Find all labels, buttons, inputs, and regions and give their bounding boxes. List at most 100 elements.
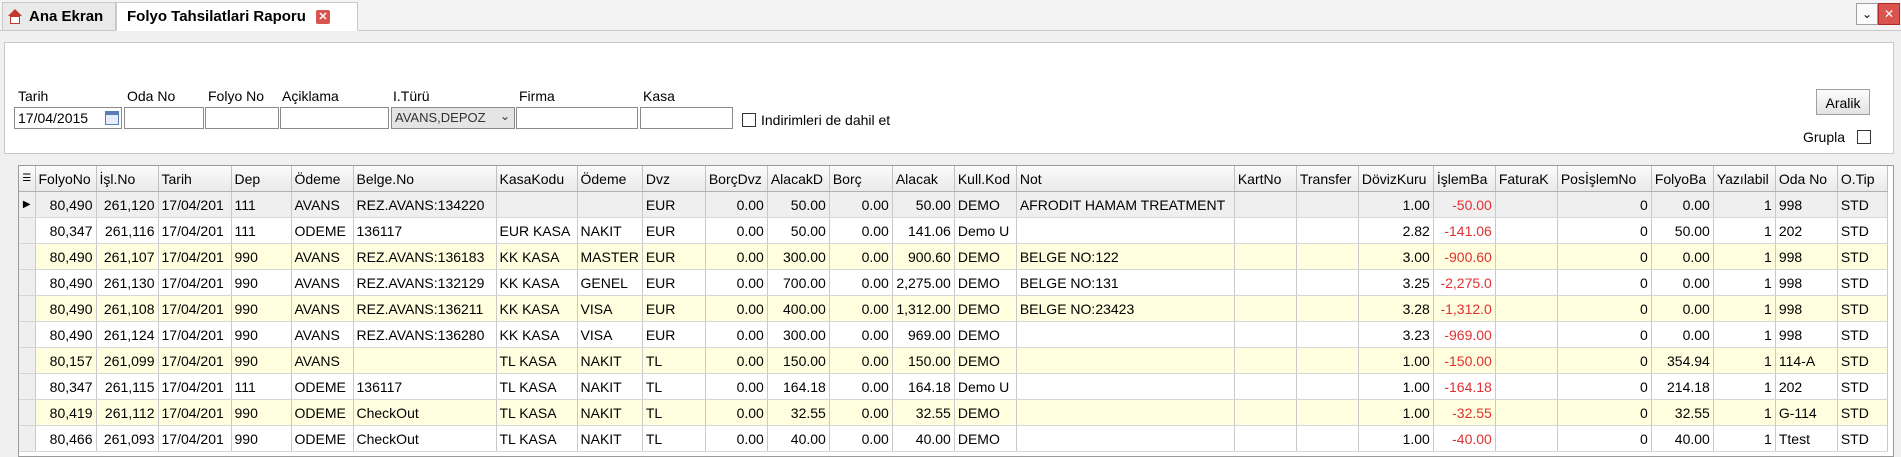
table-cell[interactable]: EUR	[642, 217, 706, 244]
table-cell[interactable]: AVANS	[291, 243, 354, 270]
table-cell[interactable]: NAKIT	[577, 399, 643, 426]
table-cell[interactable]: DEMO	[954, 321, 1017, 348]
table-cell[interactable]	[1016, 321, 1235, 348]
table-cell[interactable]: 1	[1713, 321, 1776, 348]
table-cell[interactable]	[353, 347, 497, 374]
table-cell[interactable]: NAKIT	[577, 425, 643, 452]
table-cell[interactable]: 0.00	[705, 295, 768, 322]
column-header[interactable]: Belge.No	[353, 166, 497, 192]
table-cell[interactable]: 990	[231, 425, 292, 452]
table-cell[interactable]: -969.00	[1433, 321, 1496, 348]
tarih-field[interactable]: 17/04/2015	[14, 107, 122, 129]
table-cell[interactable]: 0	[1557, 243, 1652, 270]
table-cell[interactable]: AFRODIT HAMAM TREATMENT	[1016, 191, 1235, 218]
column-header[interactable]: İşl.No	[96, 166, 159, 192]
table-cell[interactable]	[1296, 191, 1359, 218]
table-cell[interactable]: -2,275.0	[1433, 269, 1496, 296]
table-cell[interactable]: 17/04/201	[158, 217, 232, 244]
table-cell[interactable]: REZ.AVANS:134220	[353, 191, 497, 218]
column-header[interactable]: FaturaK	[1495, 166, 1558, 192]
table-cell[interactable]: 2.82	[1358, 217, 1434, 244]
table-cell[interactable]	[1495, 321, 1558, 348]
table-cell[interactable]: 990	[231, 295, 292, 322]
table-cell[interactable]: 700.00	[767, 269, 830, 296]
table-cell[interactable]: -141.06	[1433, 217, 1496, 244]
table-cell[interactable]: TL	[642, 425, 706, 452]
column-header[interactable]: O.Tip	[1837, 166, 1888, 192]
folyo-no-input[interactable]	[205, 107, 279, 129]
table-cell[interactable]: 990	[231, 347, 292, 374]
table-cell[interactable]	[1495, 217, 1558, 244]
table-cell[interactable]: 0.00	[829, 191, 893, 218]
table-cell[interactable]: DEMO	[954, 191, 1017, 218]
table-cell[interactable]: -1,312.0	[1433, 295, 1496, 322]
table-cell[interactable]: 32.55	[767, 399, 830, 426]
table-cell[interactable]: 1.00	[1358, 425, 1434, 452]
row-selector[interactable]	[19, 347, 36, 374]
table-cell[interactable]: 17/04/201	[158, 191, 232, 218]
table-cell[interactable]: 1.00	[1358, 347, 1434, 374]
column-header[interactable]: PosİşlemNo	[1557, 166, 1652, 192]
table-cell[interactable]: ODEME	[291, 217, 354, 244]
table-cell[interactable]: EUR	[642, 269, 706, 296]
table-cell[interactable]: 990	[231, 399, 292, 426]
table-cell[interactable]: 0.00	[705, 373, 768, 400]
table-cell[interactable]: -150.00	[1433, 347, 1496, 374]
table-row[interactable]: 80,490 261,130 17/04/201 990 AVANS REZ.AVANS:…	[19, 269, 1888, 296]
table-cell[interactable]: 164.18	[767, 373, 830, 400]
table-cell[interactable]	[1016, 373, 1235, 400]
table-cell[interactable]: EUR KASA	[496, 217, 578, 244]
table-cell[interactable]: 17/04/201	[158, 321, 232, 348]
table-cell[interactable]: Demo U	[954, 217, 1017, 244]
table-cell[interactable]	[1234, 425, 1297, 452]
table-cell[interactable]: 136117	[353, 217, 497, 244]
row-selector[interactable]	[19, 425, 36, 452]
table-cell[interactable]: 0.00	[829, 321, 893, 348]
table-cell[interactable]: -32.55	[1433, 399, 1496, 426]
table-cell[interactable]: 0.00	[705, 425, 768, 452]
table-cell[interactable]: 261,116	[96, 217, 159, 244]
table-cell[interactable]: 17/04/201	[158, 373, 232, 400]
table-cell[interactable]: 80,347	[35, 217, 97, 244]
table-cell[interactable]: 150.00	[892, 347, 955, 374]
indirim-checkbox[interactable]	[742, 113, 756, 127]
islem-turu-select[interactable]: AVANS,DEPOZ ⌄	[391, 107, 515, 129]
table-cell[interactable]: 1.00	[1358, 373, 1434, 400]
table-cell[interactable]	[1234, 243, 1297, 270]
table-cell[interactable]: DEMO	[954, 399, 1017, 426]
table-cell[interactable]: 0.00	[829, 373, 893, 400]
table-cell[interactable]: CheckOut	[353, 399, 497, 426]
column-header[interactable]: Not	[1016, 166, 1235, 192]
tab-folyo-tahsilatlari[interactable]: Folyo Tahsilatlari Raporu ✕	[116, 2, 358, 31]
table-cell[interactable]	[1234, 399, 1297, 426]
table-cell[interactable]	[1296, 321, 1359, 348]
close-tab-icon[interactable]: ✕	[315, 9, 330, 24]
table-cell[interactable]: 80,419	[35, 399, 97, 426]
table-cell[interactable]: 40.00	[767, 425, 830, 452]
table-cell[interactable]: EUR	[642, 243, 706, 270]
table-cell[interactable]: TL KASA	[496, 399, 578, 426]
table-cell[interactable]: 0.00	[829, 295, 893, 322]
row-selector[interactable]	[19, 243, 36, 270]
table-cell[interactable]	[1234, 269, 1297, 296]
table-cell[interactable]: 998	[1775, 269, 1838, 296]
table-cell[interactable]: 40.00	[1651, 425, 1714, 452]
table-row[interactable]: 80,157 261,099 17/04/201 990 AVANS TL KASA NAK…	[19, 347, 1888, 374]
table-row[interactable]: 80,419 261,112 17/04/201 990 ODEME CheckOut TL…	[19, 399, 1888, 426]
grupla-checkbox[interactable]	[1857, 130, 1871, 144]
table-cell[interactable]	[1234, 373, 1297, 400]
table-cell[interactable]: 80,490	[35, 243, 97, 270]
table-cell[interactable]: STD	[1837, 295, 1888, 322]
table-cell[interactable]: 32.55	[892, 399, 955, 426]
table-cell[interactable]: DEMO	[954, 425, 1017, 452]
table-cell[interactable]: 0.00	[829, 347, 893, 374]
column-header[interactable]: Yazılabil	[1713, 166, 1776, 192]
table-cell[interactable]: 0	[1557, 217, 1652, 244]
firma-input[interactable]	[516, 107, 638, 129]
table-cell[interactable]	[1234, 347, 1297, 374]
table-cell[interactable]: 354.94	[1651, 347, 1714, 374]
table-cell[interactable]: AVANS	[291, 269, 354, 296]
table-cell[interactable]: -900.60	[1433, 243, 1496, 270]
table-cell[interactable]: 1	[1713, 191, 1776, 218]
table-cell[interactable]	[1495, 347, 1558, 374]
